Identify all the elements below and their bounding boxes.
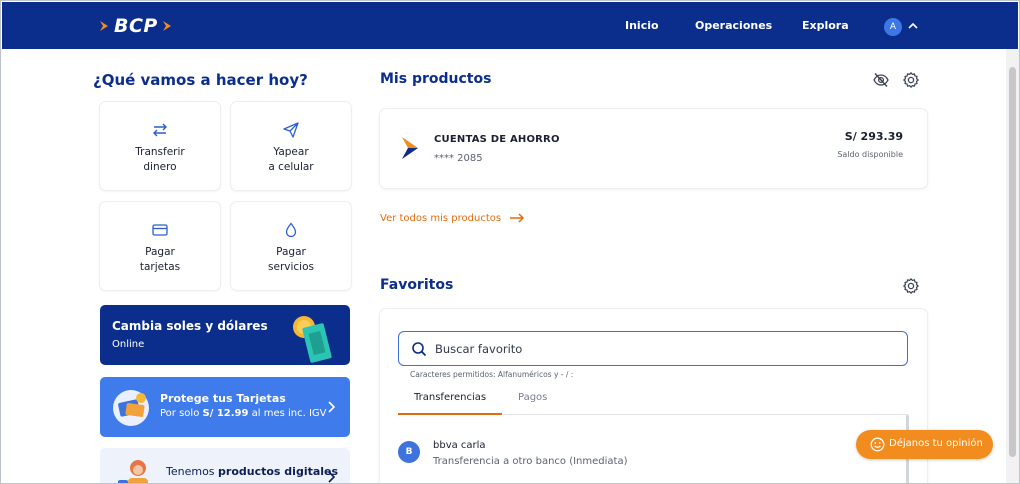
favorite-name: bbva carla [433, 440, 486, 451]
savings-account-card[interactable]: CUENTAS DE AHORRO **** 2085 S/ 293.39 Sa… [380, 109, 927, 188]
favorite-item[interactable]: B bbva carla Transferencia a otro banco … [398, 431, 908, 471]
tile-label: Transferir dinero [135, 146, 185, 173]
arrow-right-icon [510, 213, 525, 223]
page-scrollbar-thumb[interactable] [1009, 67, 1016, 457]
logo-text: BCP [114, 15, 158, 37]
promo-subtitle: Por solo S/ 12.99 al mes inc. IGV [160, 408, 327, 419]
hide-balance-eye-icon[interactable] [872, 71, 890, 89]
send-plane-icon [283, 122, 299, 138]
promo-subtitle-pre: Por solo [160, 408, 203, 419]
credit-card-icon [152, 224, 168, 236]
promo-subtitle: Online [112, 339, 145, 350]
promo-text: Tenemos productos digitales [166, 465, 338, 478]
tab-pagos[interactable]: Pagos [518, 392, 547, 403]
account-name: CUENTAS DE AHORRO [434, 134, 560, 145]
chevron-up-icon[interactable] [907, 20, 919, 32]
tile-label: Pagar servicios [268, 246, 314, 273]
nav-inicio[interactable]: Inicio [625, 19, 659, 32]
favorites-heading: Favoritos [380, 277, 454, 293]
chevron-right-icon [328, 401, 336, 413]
favorites-card: Caracteres permitidos: Alfanuméricos y -… [380, 309, 927, 483]
user-avatar[interactable]: A [884, 18, 902, 36]
pay-cards-tile[interactable]: Pagar tarjetas [100, 202, 220, 290]
logo-chevron-icon [100, 21, 108, 31]
search-icon [412, 342, 427, 357]
favorites-search-input[interactable] [435, 338, 895, 360]
see-all-label: Ver todos mis productos [380, 212, 502, 224]
exchange-promo-banner[interactable]: Cambia soles y dólares Online [100, 305, 350, 365]
person-illustration-icon [118, 460, 148, 483]
top-navigation-bar: BCP Inicio Operaciones Explora A [2, 2, 1018, 49]
feedback-label: Déjanos tu opinión [889, 438, 983, 449]
favorites-settings-gear-icon[interactable] [902, 277, 920, 295]
digital-products-promo-banner[interactable]: Tenemos productos digitales [100, 448, 350, 483]
nav-operaciones[interactable]: Operaciones [695, 19, 772, 32]
favorites-tabs: Transferencias Pagos [398, 385, 908, 415]
products-settings-gear-icon[interactable] [902, 71, 920, 89]
promo-text-bold: productos digitales [218, 465, 339, 478]
balance-label: Saldo disponible [837, 150, 903, 159]
money-illustration-icon [293, 316, 332, 363]
favorites-search-box[interactable] [398, 331, 908, 366]
account-number: **** 2085 [434, 153, 483, 164]
yape-to-phone-tile[interactable]: Yapear a celular [231, 102, 351, 190]
promo-text-pre: Tenemos [166, 465, 219, 478]
transfer-arrows-icon [153, 123, 167, 137]
bcp-account-logo-icon [402, 137, 418, 159]
feedback-button[interactable]: Déjanos tu opinión [856, 430, 993, 459]
browser-viewport: BCP Inicio Operaciones Explora A ¿Qué va… [0, 0, 1020, 484]
smiley-icon [870, 437, 885, 452]
promo-title: Protege tus Tarjetas [160, 392, 286, 405]
protected-card-illustration-icon [113, 390, 149, 426]
see-all-products-link[interactable]: Ver todos mis productos [380, 212, 525, 224]
promo-title: Cambia soles y dólares [112, 319, 268, 333]
logo-chevron-right-icon [162, 21, 171, 31]
chevron-right-icon [328, 471, 336, 483]
favorite-description: Transferencia a otro banco (Inmediata) [433, 456, 628, 467]
transfer-money-tile[interactable]: Transferir dinero [100, 102, 220, 190]
search-hint: Caracteres permitidos: Alfanuméricos y -… [410, 370, 574, 379]
favorite-avatar: B [398, 441, 420, 463]
quick-actions-heading: ¿Qué vamos a hacer hoy? [93, 71, 308, 89]
nav-explora[interactable]: Explora [802, 19, 849, 32]
tile-label: Yapear a celular [268, 146, 314, 173]
pay-services-tile[interactable]: Pagar servicios [231, 202, 351, 290]
account-balance: S/ 293.39 [844, 130, 903, 143]
promo-price: S/ 12.99 [202, 408, 249, 419]
card-protection-promo-banner[interactable]: Protege tus Tarjetas Por solo S/ 12.99 a… [100, 377, 350, 437]
promo-subtitle-post: al mes inc. IGV [248, 408, 327, 419]
water-drop-icon [285, 222, 297, 238]
tile-label: Pagar tarjetas [139, 246, 181, 273]
my-products-heading: Mis productos [380, 71, 492, 87]
active-tab-indicator [398, 413, 502, 415]
tab-transferencias[interactable]: Transferencias [414, 392, 486, 403]
bcp-logo[interactable]: BCP [98, 15, 174, 37]
